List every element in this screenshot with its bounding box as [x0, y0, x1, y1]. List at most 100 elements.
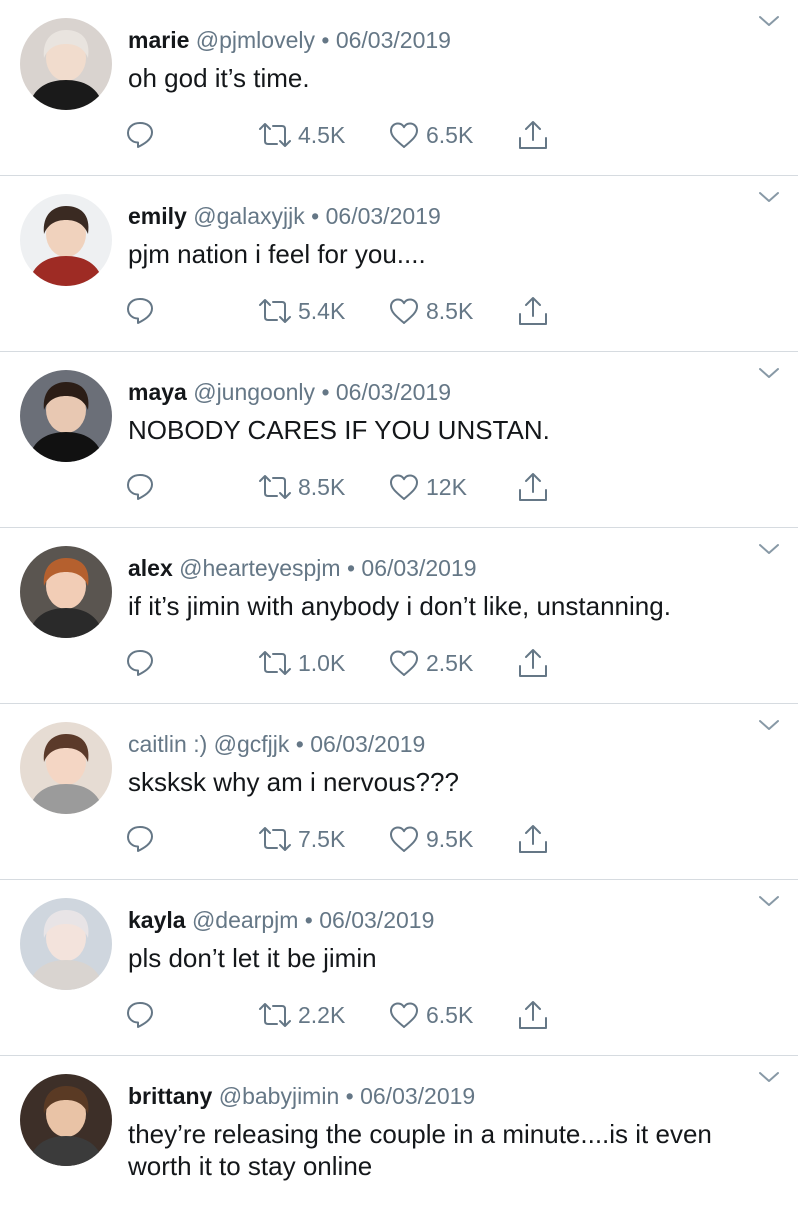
- share-button[interactable]: [516, 646, 550, 680]
- display-name[interactable]: alex: [128, 555, 173, 581]
- tweet-actions: 8.5K 12K: [124, 470, 584, 504]
- chevron-down-icon[interactable]: [758, 894, 780, 908]
- like-button[interactable]: 6.5K: [388, 998, 473, 1032]
- tweet[interactable]: marie @pjmlovely • 06/03/2019 oh god it’…: [0, 0, 798, 176]
- share-button[interactable]: [516, 822, 550, 856]
- reply-button[interactable]: [124, 470, 156, 504]
- share-button[interactable]: [516, 118, 550, 152]
- avatar-image: [20, 722, 112, 814]
- tweet[interactable]: brittany @babyjimin • 06/03/2019 they’re…: [0, 1056, 798, 1232]
- separator-dot: •: [304, 907, 313, 933]
- tweet-date[interactable]: 06/03/2019: [319, 907, 434, 933]
- retweet-button[interactable]: 5.4K: [258, 294, 345, 328]
- user-handle[interactable]: @hearteyespjm: [179, 555, 340, 581]
- heart-icon: [390, 1002, 418, 1028]
- tweet[interactable]: alex @hearteyespjm • 06/03/2019 if it’s …: [0, 528, 798, 704]
- chevron-down-icon[interactable]: [758, 542, 780, 556]
- retweet-count: 1.0K: [298, 649, 346, 676]
- user-handle[interactable]: @jungoonly: [193, 379, 315, 405]
- tweet-date[interactable]: 06/03/2019: [336, 379, 451, 405]
- display-name[interactable]: maya: [128, 379, 187, 405]
- display-name[interactable]: caitlin :): [128, 731, 207, 757]
- like-count: 8.5K: [426, 297, 474, 324]
- user-handle[interactable]: @pjmlovely: [196, 27, 315, 53]
- heart-icon: [390, 650, 418, 676]
- separator-dot: •: [321, 27, 330, 53]
- avatar[interactable]: [20, 370, 112, 462]
- retweet-count: 8.5K: [298, 473, 346, 500]
- chevron-down-icon[interactable]: [758, 1070, 780, 1084]
- chevron-down-icon[interactable]: [758, 366, 780, 380]
- tweet-date[interactable]: 06/03/2019: [336, 27, 451, 53]
- retweet-button[interactable]: 2.2K: [258, 998, 345, 1032]
- separator-dot: •: [345, 1083, 354, 1109]
- tweet-date[interactable]: 06/03/2019: [360, 1083, 475, 1109]
- like-count: 6.5K: [426, 1001, 474, 1028]
- tweet[interactable]: emily @galaxyjjk • 06/03/2019 pjm nation…: [0, 176, 798, 352]
- retweet-button[interactable]: 7.5K: [258, 822, 345, 856]
- avatar[interactable]: [20, 194, 112, 286]
- share-button[interactable]: [516, 294, 550, 328]
- avatar[interactable]: [20, 722, 112, 814]
- heart-icon: [390, 122, 418, 148]
- reply-button[interactable]: [124, 294, 156, 328]
- user-handle[interactable]: @gcfjjk: [214, 731, 290, 757]
- tweet-date[interactable]: 06/03/2019: [326, 203, 441, 229]
- tweet[interactable]: caitlin :) @gcfjjk • 06/03/2019 sksksk w…: [0, 704, 798, 880]
- tweet-header: brittany @babyjimin • 06/03/2019: [128, 1082, 475, 1110]
- like-button[interactable]: 9.5K: [388, 822, 473, 856]
- tweet-date[interactable]: 06/03/2019: [310, 731, 425, 757]
- tweet[interactable]: kayla @dearpjm • 06/03/2019 pls don’t le…: [0, 880, 798, 1056]
- reply-icon: [127, 122, 153, 148]
- retweet-icon: [259, 299, 291, 323]
- share-icon: [519, 1001, 547, 1029]
- retweet-icon: [259, 475, 291, 499]
- heart-icon: [390, 474, 418, 500]
- avatar[interactable]: [20, 546, 112, 638]
- like-button[interactable]: 6.5K: [388, 118, 473, 152]
- retweet-icon: [259, 827, 291, 851]
- retweet-button[interactable]: 4.5K: [258, 118, 345, 152]
- display-name[interactable]: marie: [128, 27, 189, 53]
- share-button[interactable]: [516, 998, 550, 1032]
- tweet-actions: 7.5K 9.5K: [124, 822, 584, 856]
- share-button[interactable]: [516, 470, 550, 504]
- like-count: 9.5K: [426, 825, 474, 852]
- retweet-count: 7.5K: [298, 825, 346, 852]
- reply-icon: [127, 298, 153, 324]
- retweet-count: 2.2K: [298, 1001, 346, 1028]
- tweet-actions: 1.0K 2.5K: [124, 646, 584, 680]
- reply-icon: [127, 474, 153, 500]
- avatar[interactable]: [20, 898, 112, 990]
- tweet-text: oh god it’s time.: [128, 63, 310, 93]
- tweet-header: alex @hearteyespjm • 06/03/2019: [128, 554, 477, 582]
- chevron-down-icon[interactable]: [758, 190, 780, 204]
- user-handle[interactable]: @galaxyjjk: [193, 203, 305, 229]
- reply-button[interactable]: [124, 998, 156, 1032]
- like-button[interactable]: 2.5K: [388, 646, 473, 680]
- retweet-icon: [259, 1003, 291, 1027]
- display-name[interactable]: brittany: [128, 1083, 212, 1109]
- tweet-text: pls don’t let it be jimin: [128, 943, 377, 973]
- share-icon: [519, 297, 547, 325]
- avatar[interactable]: [20, 1074, 112, 1166]
- chevron-down-icon[interactable]: [758, 718, 780, 732]
- reply-button[interactable]: [124, 646, 156, 680]
- heart-icon: [390, 298, 418, 324]
- like-button[interactable]: 12K: [388, 470, 467, 504]
- chevron-down-icon[interactable]: [758, 14, 780, 28]
- tweet-date[interactable]: 06/03/2019: [361, 555, 476, 581]
- display-name[interactable]: kayla: [128, 907, 186, 933]
- retweet-icon: [259, 651, 291, 675]
- avatar[interactable]: [20, 18, 112, 110]
- reply-button[interactable]: [124, 118, 156, 152]
- reply-button[interactable]: [124, 822, 156, 856]
- display-name[interactable]: emily: [128, 203, 187, 229]
- user-handle[interactable]: @dearpjm: [192, 907, 298, 933]
- share-icon: [519, 473, 547, 501]
- tweet[interactable]: maya @jungoonly • 06/03/2019 NOBODY CARE…: [0, 352, 798, 528]
- user-handle[interactable]: @babyjimin: [219, 1083, 340, 1109]
- retweet-button[interactable]: 1.0K: [258, 646, 345, 680]
- like-button[interactable]: 8.5K: [388, 294, 473, 328]
- retweet-button[interactable]: 8.5K: [258, 470, 345, 504]
